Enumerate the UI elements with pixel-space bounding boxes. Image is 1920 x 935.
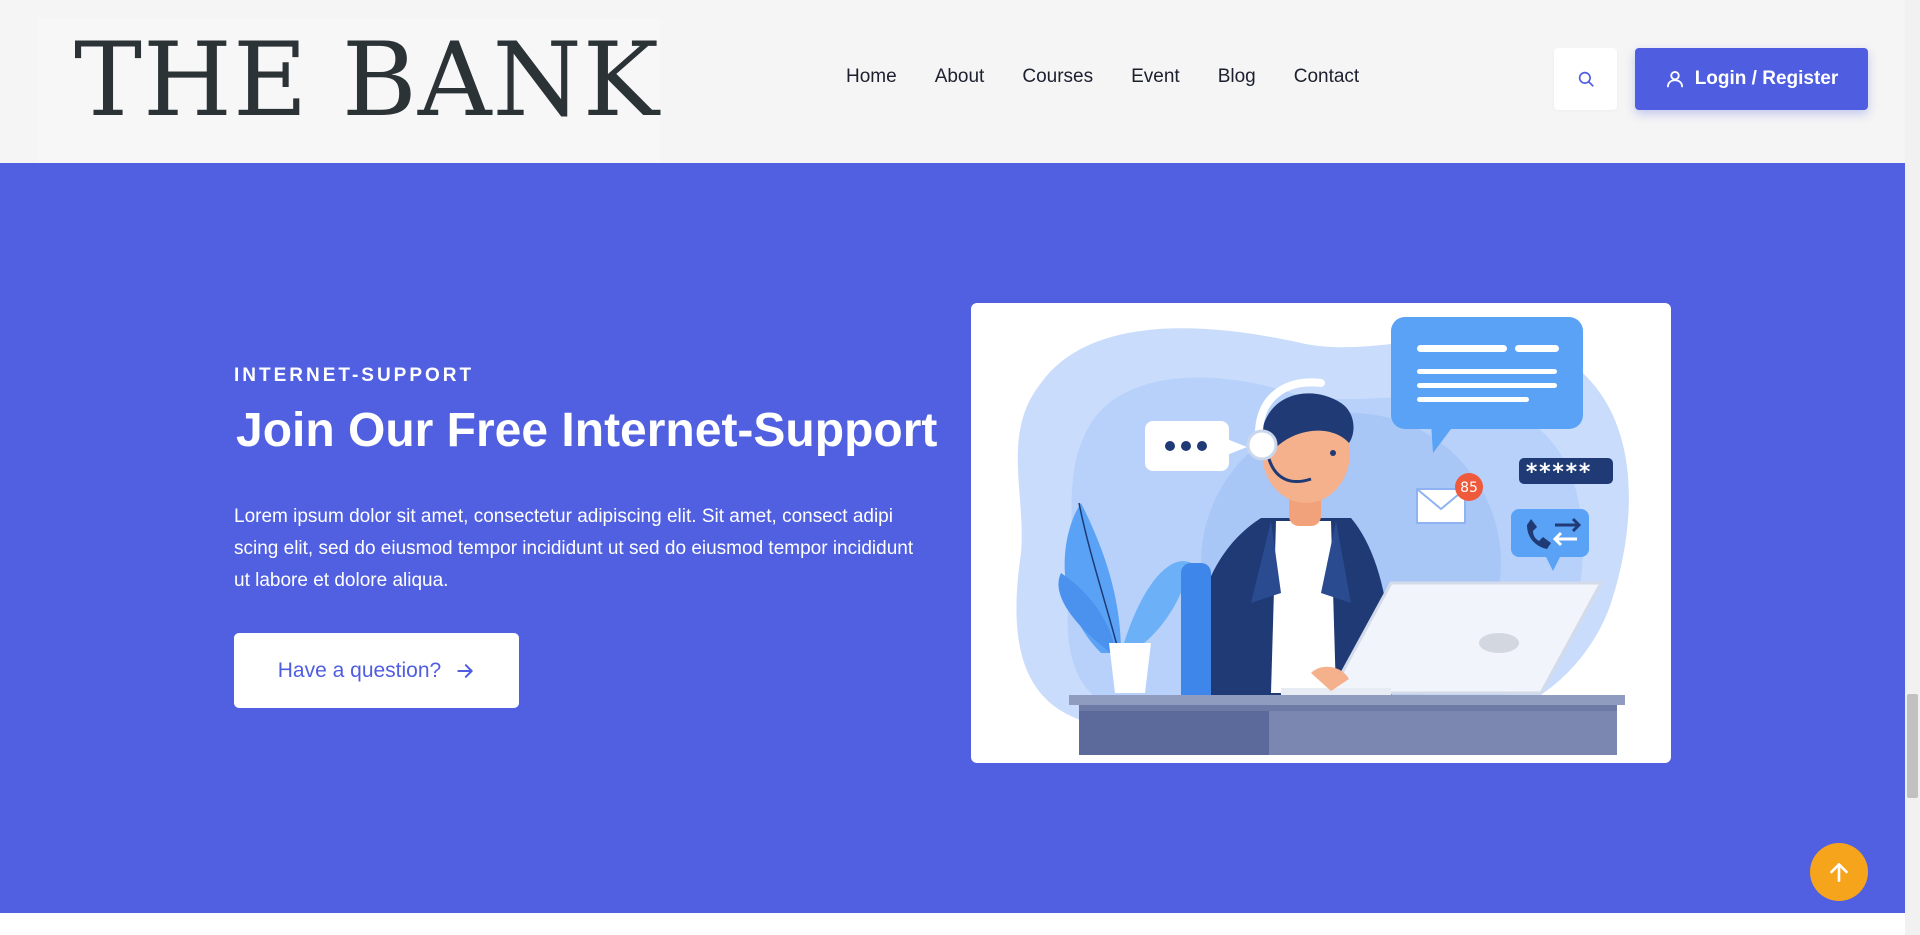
have-question-label: Have a question? (277, 658, 442, 682)
nav-contact[interactable]: Contact (1294, 66, 1359, 88)
have-question-button[interactable]: Have a question? (234, 633, 519, 708)
scroll-to-top-button[interactable] (1810, 843, 1868, 901)
hero-eyebrow: INTERNET-SUPPORT (234, 365, 475, 386)
password-mask: ***** (1525, 460, 1591, 485)
password-field-icon: ***** (1519, 458, 1613, 485)
notification-count: 85 (1460, 480, 1478, 496)
nav-blog[interactable]: Blog (1218, 66, 1256, 88)
hero-title: Join Our Free Internet-Support (236, 404, 938, 457)
nav-home[interactable]: Home (846, 66, 897, 88)
page-scrollbar[interactable] (1905, 0, 1920, 935)
main-nav: Home About Courses Event Blog Contact (846, 66, 1359, 88)
hero-section: INTERNET-SUPPORT Join Our Free Internet-… (0, 163, 1905, 913)
support-agent-illustration: ***** 85 (1016, 317, 1629, 755)
support-illustration: ***** 85 (971, 303, 1671, 763)
login-register-label: Login / Register (1694, 68, 1839, 89)
nav-event[interactable]: Event (1131, 66, 1180, 88)
scrollbar-thumb[interactable] (1907, 694, 1918, 798)
site-header: THE BANK Home About Courses Event Blog C… (0, 0, 1905, 163)
search-button[interactable] (1554, 48, 1617, 110)
arrow-up-icon (1830, 863, 1848, 882)
search-icon (1578, 71, 1594, 87)
hero-description: Lorem ipsum dolor sit amet, consectetur … (234, 506, 914, 591)
desk-icon (1069, 695, 1625, 755)
user-icon (1666, 71, 1683, 88)
arrow-right-icon (457, 663, 473, 678)
logo[interactable]: THE BANK (74, 30, 660, 132)
nav-courses[interactable]: Courses (1022, 66, 1093, 88)
login-register-button[interactable]: Login / Register (1635, 48, 1868, 110)
nav-about[interactable]: About (935, 66, 985, 88)
